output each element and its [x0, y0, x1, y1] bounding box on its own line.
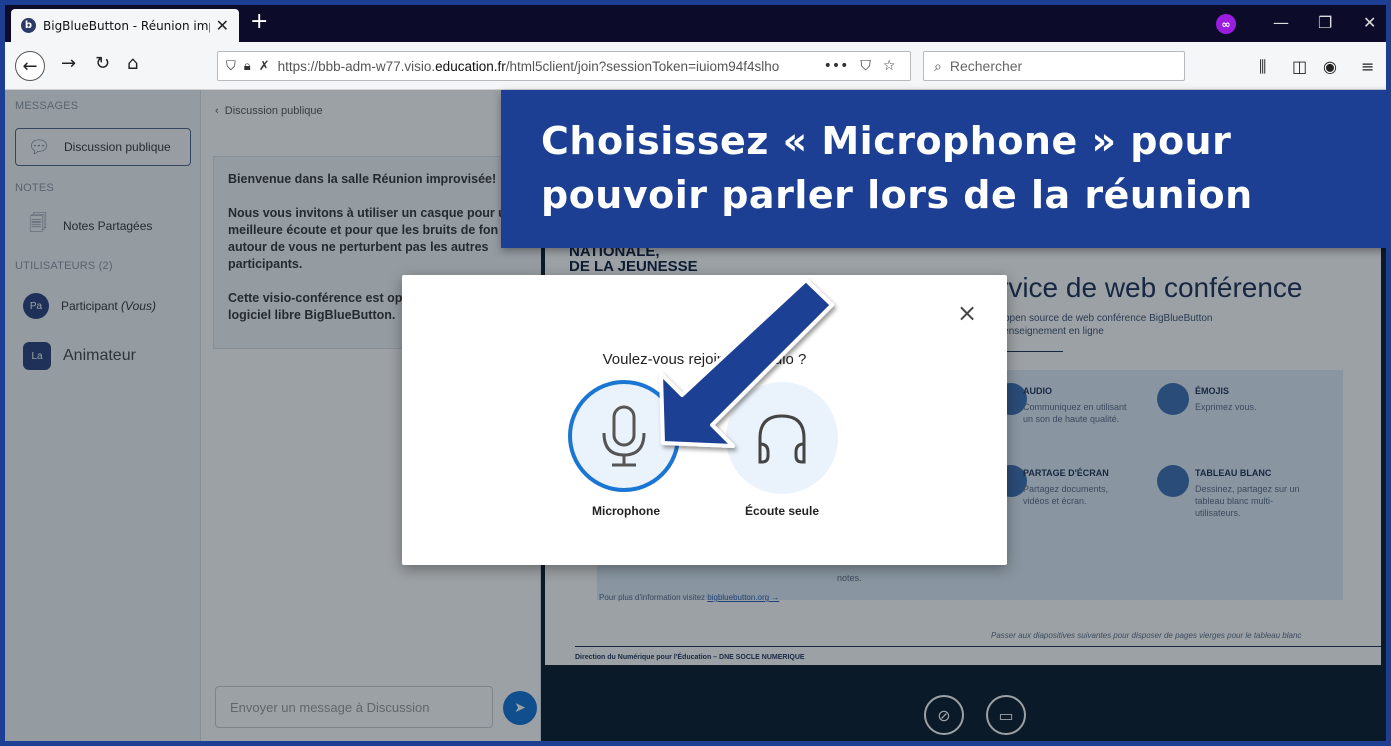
- restore-icon[interactable]: ❐: [1318, 13, 1332, 32]
- callout-line-1: Choisissez « Microphone » pour: [541, 119, 1232, 163]
- forward-arrow-icon[interactable]: →: [61, 55, 76, 73]
- shield-icon[interactable]: ⛉: [226, 59, 236, 74]
- private-browsing-icon: ∞: [1216, 14, 1236, 34]
- lock-icon[interactable]: 🔒︎: [244, 59, 251, 74]
- search-icon: ⌕: [934, 57, 942, 74]
- bigbluebutton-favicon-icon: b: [21, 18, 36, 33]
- back-arrow-icon[interactable]: ←: [15, 51, 45, 81]
- instruction-callout: Choisissez « Microphone » pour pouvoir p…: [501, 90, 1386, 248]
- library-icon[interactable]: ⫼: [1259, 57, 1266, 77]
- url-text[interactable]: https://bbb-adm-w77.visio.education.fr/h…: [278, 59, 816, 74]
- microphone-icon: [602, 405, 646, 467]
- browser-nav-bar: ← → ↻ ⌂ ⛉ 🔒︎ ✗ https://bbb-adm-w77.visio…: [5, 42, 1386, 90]
- sidebar-toggle-icon[interactable]: ◫: [1292, 57, 1307, 76]
- home-icon[interactable]: ⌂: [127, 55, 138, 73]
- tab-title: BigBlueButton - Réunion improvisée: [43, 18, 210, 33]
- listen-only-option-button[interactable]: [726, 382, 838, 494]
- callout-line-2: pouvoir parler lors de la réunion: [541, 173, 1253, 217]
- screenshot-frame: b BigBlueButton - Réunion improvisée ✕ +…: [0, 0, 1391, 746]
- pocket-icon[interactable]: ⛉: [860, 58, 871, 74]
- account-icon[interactable]: ◉: [1323, 57, 1337, 76]
- join-audio-modal: × Voulez-vous rejoindre l'audio ? Microp…: [402, 275, 1007, 565]
- mic-blocked-icon[interactable]: ✗: [259, 59, 270, 74]
- microphone-option-button[interactable]: [568, 380, 680, 492]
- tab-close-icon[interactable]: ✕: [216, 16, 229, 35]
- close-modal-icon[interactable]: ×: [957, 301, 977, 325]
- window-close-icon[interactable]: ✕: [1363, 13, 1376, 32]
- page-actions-icon[interactable]: •••: [824, 58, 849, 74]
- join-audio-question: Voulez-vous rejoindre l'audio ?: [602, 351, 807, 368]
- minimize-icon[interactable]: —: [1273, 13, 1289, 32]
- bookmark-star-icon[interactable]: ☆: [883, 58, 896, 74]
- microphone-label: Microphone: [592, 504, 660, 518]
- reload-icon[interactable]: ↻: [95, 55, 110, 73]
- browser-tab[interactable]: b BigBlueButton - Réunion improvisée ✕: [11, 9, 239, 42]
- url-bar[interactable]: ⛉ 🔒︎ ✗ https://bbb-adm-w77.visio.educati…: [217, 51, 911, 81]
- listen-only-label: Écoute seule: [744, 504, 820, 518]
- browser-tab-bar: b BigBlueButton - Réunion improvisée ✕ +…: [5, 5, 1386, 42]
- new-tab-button[interactable]: +: [250, 11, 268, 33]
- search-field[interactable]: ⌕ Rechercher: [923, 51, 1185, 81]
- headphones-icon: [758, 414, 806, 464]
- menu-icon[interactable]: ≡: [1361, 57, 1374, 76]
- search-placeholder: Rechercher: [949, 58, 1023, 74]
